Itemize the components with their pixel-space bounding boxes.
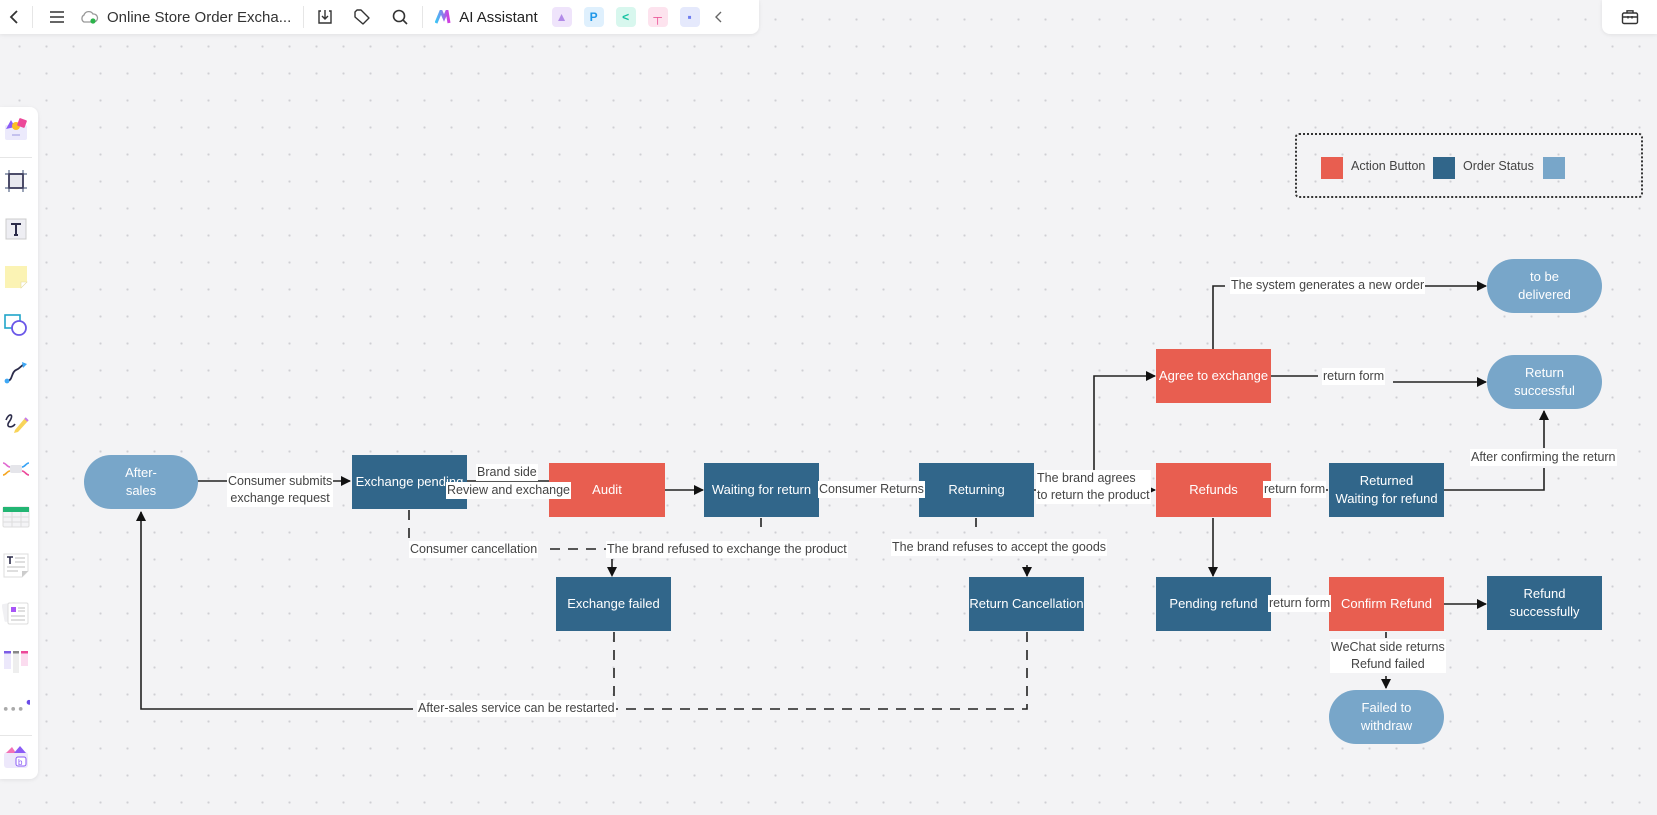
label-brand-agrees-return: The brand agrees to return the product [1036, 470, 1151, 504]
edge-restart-solid [136, 511, 413, 710]
label-return-form-refunds: return form [1263, 481, 1327, 498]
node-confirm-refund[interactable]: Confirm Refund [1329, 577, 1444, 631]
label-system-generates-order: The system generates a new order [1230, 277, 1426, 294]
label-after-sales-restart: After-sales service can be restarted [417, 700, 616, 717]
node-failed-to-withdraw[interactable]: Failed to withdraw [1329, 690, 1444, 744]
node-returning[interactable]: Returning [919, 463, 1034, 517]
edge-cancel-to-restart [610, 632, 1028, 710]
label-wechat-refund-failed: WeChat side returns Refund failed [1330, 639, 1446, 673]
label-consumer-returns: Consumer Returns [818, 481, 925, 498]
node-return-successful[interactable]: Return successful [1487, 355, 1602, 409]
node-after-sales[interactable]: After- sales [84, 455, 198, 509]
label-brand-refused-exchange: The brand refused to exchange the produc… [606, 541, 848, 558]
edge-agree-to-delivered [1212, 286, 1486, 349]
label-return-form-pending: return form [1268, 595, 1332, 612]
node-refunds[interactable]: Refunds [1156, 463, 1271, 517]
label-return-form-exchange: return form [1322, 368, 1386, 385]
node-exchange-failed[interactable]: Exchange failed [556, 577, 671, 631]
label-after-confirming-return: After confirming the return [1470, 449, 1617, 466]
node-refund-successfully[interactable]: Refund successfully [1487, 576, 1602, 630]
node-agree-to-exchange[interactable]: Agree to exchange [1156, 349, 1271, 403]
edge-cancellation-to-failed [550, 548, 617, 577]
node-pending-refund[interactable]: Pending refund [1156, 577, 1271, 631]
label-brand-side: Brand side [476, 464, 538, 481]
label-consumer-submits: Consumer submits exchange request [227, 473, 334, 507]
label-review-exchange: Review and exchange [446, 482, 571, 499]
label-brand-refuses-goods: The brand refuses to accept the goods [891, 539, 1108, 556]
label-consumer-cancellation: Consumer cancellation [409, 541, 539, 558]
node-returned-waiting-for-refund[interactable]: Returned Waiting for refund [1329, 463, 1444, 517]
node-to-be-delivered[interactable]: to be delivered [1487, 259, 1602, 313]
node-return-cancellation[interactable]: Return Cancellation [969, 577, 1084, 631]
edge-returning-to-agree-exchange [1093, 371, 1156, 480]
node-waiting-for-return[interactable]: Waiting for return [704, 463, 819, 517]
